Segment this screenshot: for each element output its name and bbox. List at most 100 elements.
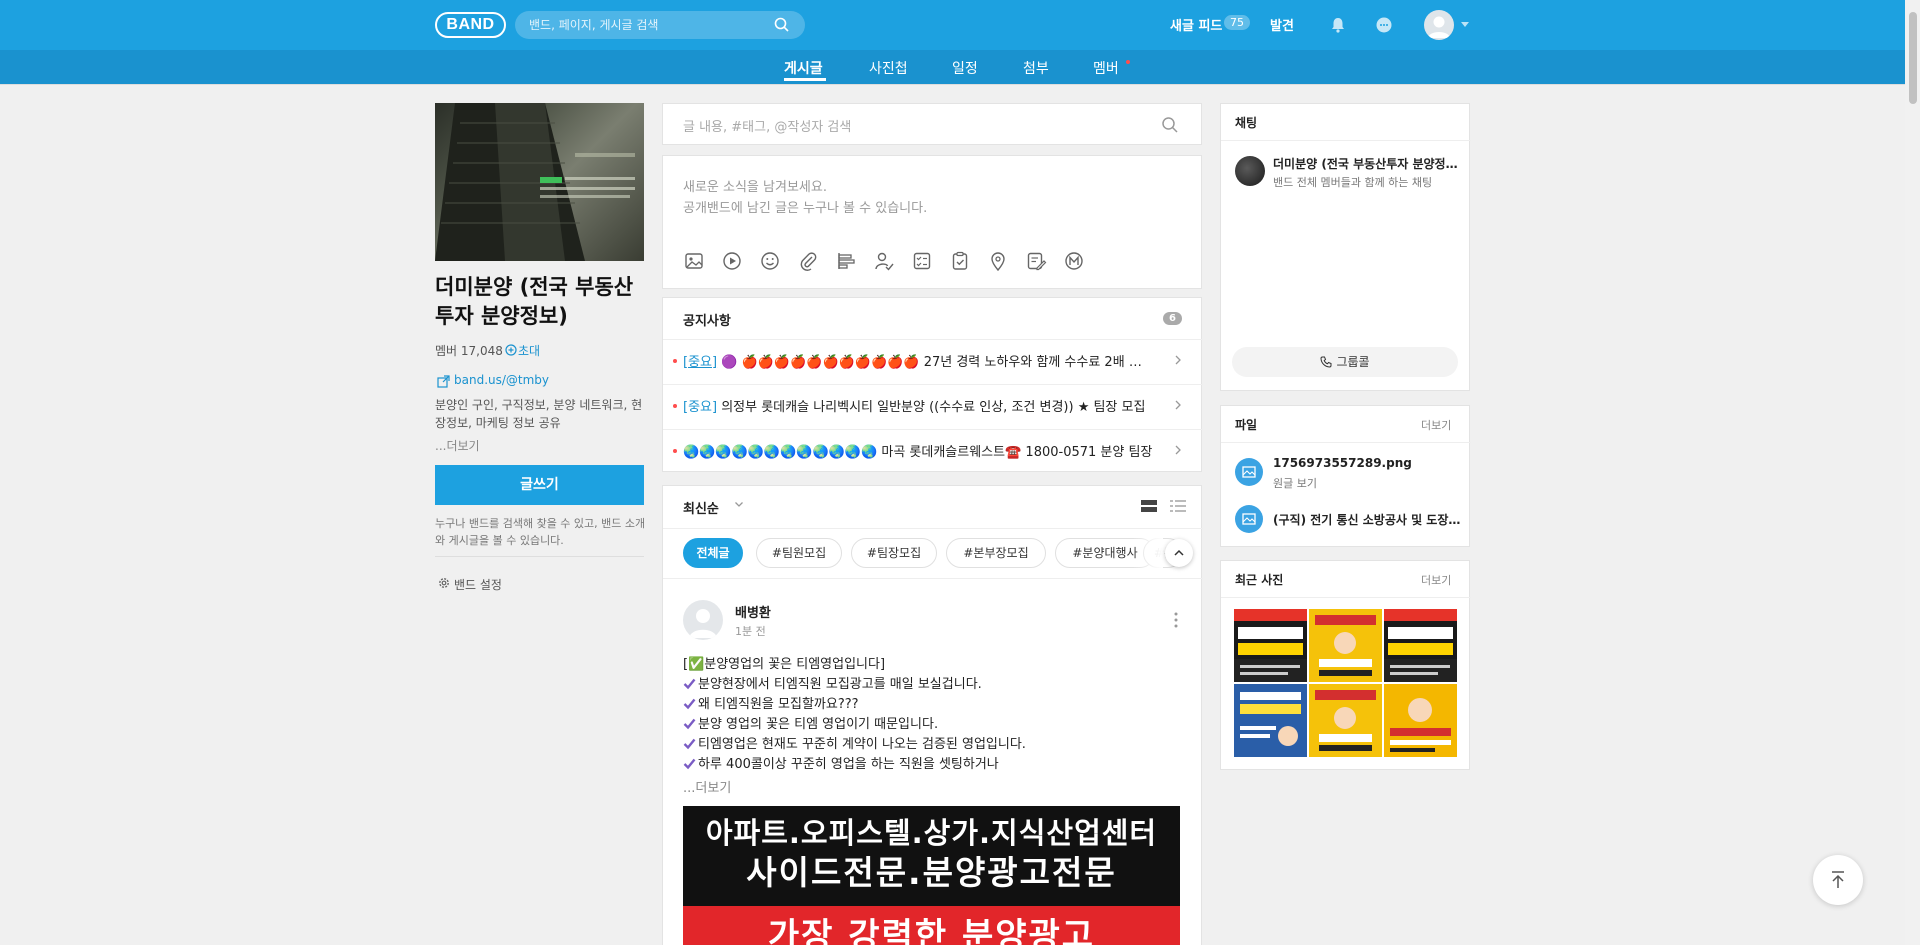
image-file-icon[interactable] [1235,505,1263,533]
post-text-line: 분양 영업의 꽃은 티엠 영업이기 때문입니다. [698,717,939,732]
poll-icon[interactable] [835,250,857,272]
list-view-icon[interactable] [1170,499,1186,513]
notice-item[interactable]: [중요] 🟣 🍎🍎🍎🍎🍎🍎🍎🍎🍎🍎🍎 27년 경력 노하우와 함께 수수료 2배… [683,351,1153,369]
building-photo [435,103,635,261]
post-more-link[interactable]: ...더보기 [683,777,731,796]
member-count[interactable]: 멤버 17,048 [435,342,503,359]
post-search-box[interactable]: 글 내용, #태그, @작성자 검색 [662,103,1202,145]
post-time: 1분 전 [735,625,766,638]
check-mark-icon [683,758,696,770]
bell-icon[interactable] [1328,15,1348,35]
invite-plus-icon[interactable] [505,344,517,356]
clipboard-check-icon[interactable] [949,250,971,272]
band-url-link[interactable]: band.us/@tmby [454,373,549,387]
mission-m-icon[interactable] [1063,250,1085,272]
sort-order-dropdown[interactable]: 최신순 [683,498,719,517]
notice-item[interactable]: [중요] 의정부 롯데캐슬 나리벡시티 일반분양 ((수수료 인상, 조건 변경… [683,396,1153,414]
chevron-down-icon[interactable] [734,499,744,509]
page-scrollbar[interactable] [1905,0,1920,945]
chat-bubble-icon[interactable] [1374,15,1394,35]
todo-icon[interactable] [911,250,933,272]
chevron-right-icon[interactable] [1173,445,1183,455]
post-feed: 최신순 전체글 #팀원모집 #팀장모집 #본부장모집 #분양대행사 #분 배병환… [662,485,1203,945]
filter-chip-all[interactable]: 전체글 [683,538,743,568]
members-new-dot [1126,60,1130,64]
profile-menu-caret-icon[interactable] [1461,22,1469,27]
chat-room-avatar[interactable] [1235,156,1265,186]
mention-person-icon[interactable] [873,250,895,272]
file-name[interactable]: 1756973557289.png [1273,456,1461,470]
chat-room-name[interactable]: 더미분양 (전국 부동산투자 분양정보) [1273,155,1459,172]
photo-icon[interactable] [683,250,705,272]
notice-important-tag: [중요] [683,400,718,414]
tab-posts[interactable]: 게시글 [784,58,823,78]
page-scrollbar-thumb[interactable] [1909,12,1917,104]
external-link-icon [437,375,450,388]
chevron-up-icon [1174,549,1184,556]
photo-thumbnail[interactable] [1384,609,1457,682]
band-cover-image[interactable] [435,103,644,261]
filter-chip[interactable]: #본부장모집 [946,538,1046,568]
photos-more-link[interactable]: 더보기 [1421,572,1451,588]
notice-important-tag: [중요] [683,355,718,369]
author-avatar[interactable] [683,600,723,640]
tab-attachments[interactable]: 첨부 [1023,58,1049,78]
gear-icon[interactable] [437,576,451,590]
post-text-line: 왜 티엠직원을 모집할까요??? [698,697,859,712]
more-vertical-icon[interactable] [1173,611,1179,629]
filter-chip[interactable]: #팀장모집 [851,538,937,568]
band-settings-link[interactable]: 밴드 설정 [454,576,502,593]
new-feed-link[interactable]: 새글 피드 [1170,15,1222,34]
edit-note-icon[interactable] [1025,250,1047,272]
invite-link[interactable]: 초대 [518,342,540,359]
sticker-icon[interactable] [759,250,781,272]
photo-thumbnail[interactable] [1234,684,1307,757]
filter-chip[interactable]: #팀원모집 [756,538,842,568]
photo-thumbnail[interactable] [1309,609,1382,682]
attachment-clip-icon[interactable] [797,250,819,272]
post-search-placeholder: 글 내용, #태그, @작성자 검색 [683,120,852,135]
post-composer[interactable]: 새로운 소식을 남겨보세요. 공개밴드에 남긴 글은 누구나 볼 수 있습니다. [662,155,1202,289]
panel-divider [1221,442,1471,443]
chat-title: 채팅 [1235,116,1258,130]
scroll-to-top-button[interactable] [1813,855,1863,905]
discover-link[interactable]: 발견 [1270,15,1294,34]
post-text-line: 하루 400콜이상 꾸준히 영업을 하는 직원을 셋팅하거나 [698,757,999,772]
photo-thumbnail[interactable] [1384,684,1457,757]
notice-item[interactable]: 🌏🌏🌏🌏🌏🌏🌏🌏🌏🌏🌏🌏 마곡 롯데캐슬르웨스트☎️ 1800-0571 분양 … [683,441,1153,459]
tab-schedule[interactable]: 일정 [952,58,978,78]
chevron-right-icon[interactable] [1173,400,1183,410]
photo-thumbnail[interactable] [1309,684,1382,757]
tab-album[interactable]: 사진첩 [869,58,908,78]
search-icon[interactable] [1161,116,1179,134]
feed-divider [663,578,1203,579]
group-call-button[interactable]: 그룹콜 [1232,347,1458,377]
search-icon[interactable] [773,16,791,34]
video-icon[interactable] [721,250,743,272]
active-tab-indicator [784,78,826,81]
files-more-link[interactable]: 더보기 [1421,417,1451,433]
tab-members[interactable]: 멤버 [1093,58,1119,78]
file-source-link[interactable]: 원글 보기 [1273,475,1317,491]
card-view-icon[interactable] [1141,499,1157,513]
check-mark-icon [683,698,696,710]
left-divider [435,556,644,557]
post-image[interactable]: 아파트.오피스텔.상가.지식산업센터 사이드전문.분양광고전문 가장 강력한 분… [683,806,1180,945]
band-name: 더미분양 (전국 부동산투자 분양정보) [435,275,634,328]
check-mark-icon [683,718,696,730]
image-file-icon[interactable] [1235,458,1263,486]
location-pin-icon[interactable] [987,250,1009,272]
profile-avatar[interactable] [1424,10,1454,40]
global-search-input[interactable] [515,11,805,39]
write-post-button[interactable]: 글쓰기 [435,465,644,505]
post-text-row: 티엠영업은 현재도 꾸준히 계약이 나오는 검증된 영업입니다. [683,733,1026,752]
author-name[interactable]: 배병환 [735,602,771,621]
chevron-right-icon[interactable] [1173,355,1183,365]
band-description-more-link[interactable]: ...더보기 [435,437,480,454]
file-name[interactable]: (구직) 전기 통신 소방공사 및 도장공사 [1273,511,1461,528]
ad-thumbnail-art [1234,609,1307,682]
band-logo[interactable]: BAND [435,12,506,38]
photo-thumbnail[interactable] [1234,609,1307,682]
composer-placeholder-line1: 새로운 소식을 남겨보세요. [683,180,827,195]
chips-collapse-button[interactable] [1165,539,1193,567]
